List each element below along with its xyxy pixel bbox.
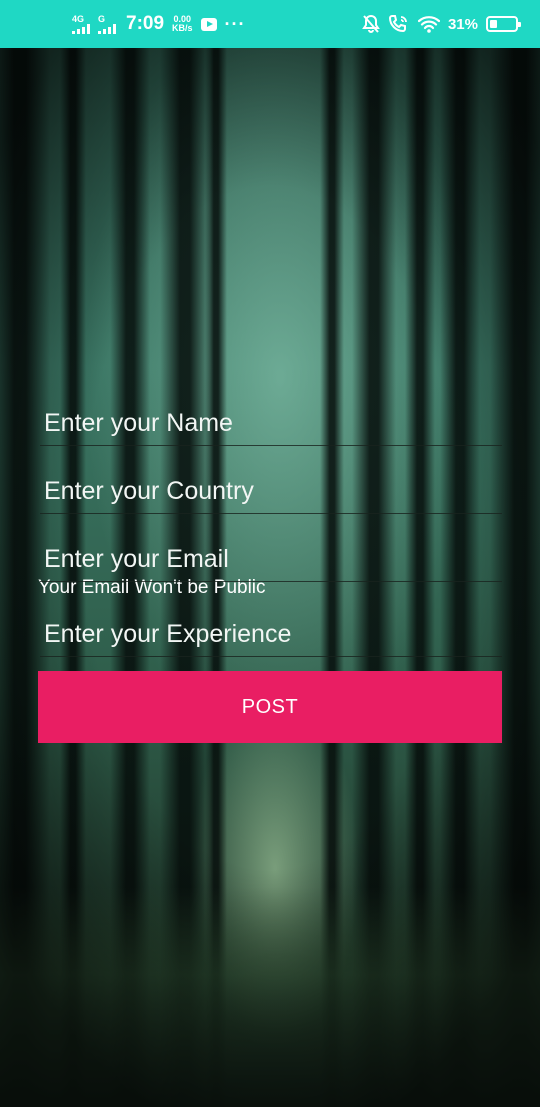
email-field-container <box>38 536 502 604</box>
clock: 7:09 <box>126 13 165 34</box>
signal-1-icon: 4G <box>72 13 90 34</box>
name-input[interactable] <box>38 400 502 446</box>
network-type-2: G <box>98 13 106 24</box>
name-field-container <box>38 400 502 468</box>
post-button[interactable]: POST <box>38 671 502 743</box>
country-input[interactable] <box>38 468 502 514</box>
post-form: Your Email Won't be Public POST <box>38 400 502 743</box>
youtube-icon <box>200 17 217 31</box>
country-field-container <box>38 468 502 536</box>
experience-underline <box>40 656 502 657</box>
email-underline <box>40 581 502 582</box>
wifi-call-icon <box>388 14 410 34</box>
status-left: 4G G 7:09 0.00 KB/s ··· <box>72 13 246 35</box>
email-input[interactable] <box>38 536 502 582</box>
status-bar: 4G G 7:09 0.00 KB/s ··· 31% <box>0 0 540 48</box>
experience-field-container <box>38 611 502 671</box>
network-speed: 0.00 KB/s <box>172 15 193 33</box>
wifi-icon <box>417 15 440 33</box>
status-right: 31% <box>362 14 521 34</box>
country-underline <box>40 513 502 514</box>
mute-bell-icon <box>362 14 380 34</box>
network-type-1: 4G <box>72 13 85 24</box>
battery-percent: 31% <box>447 15 478 33</box>
name-underline <box>40 445 502 446</box>
battery-icon <box>486 16 521 32</box>
experience-input[interactable] <box>38 611 502 657</box>
more-notifications-icon: ··· <box>224 13 246 34</box>
signal-2-icon: G <box>98 13 116 34</box>
speed-unit: KB/s <box>172 23 193 33</box>
